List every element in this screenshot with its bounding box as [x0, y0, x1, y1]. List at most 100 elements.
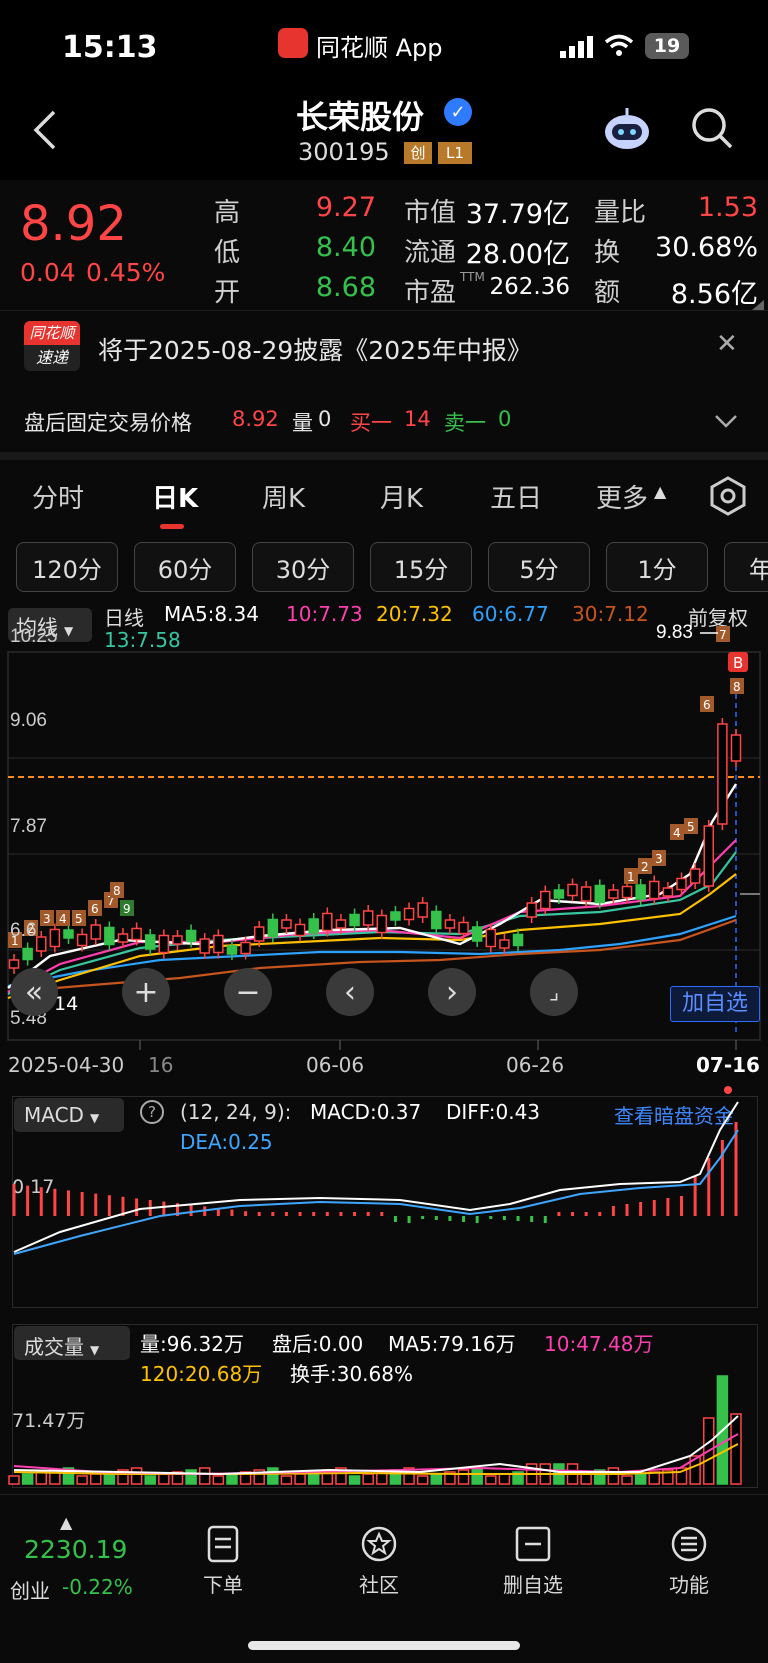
- board-badge: 创: [404, 142, 432, 164]
- community-label: 社区: [359, 1573, 399, 1597]
- volume-bar: [457, 1469, 470, 1485]
- app-name: 同花顺 App: [316, 34, 443, 62]
- volume-chart: [8, 1375, 742, 1485]
- buy1-label: 买一: [350, 411, 392, 435]
- volume-bar: [198, 1467, 211, 1485]
- volume-bar: [8, 1475, 20, 1485]
- clock: 15:13: [62, 30, 158, 65]
- low-label: 低: [214, 238, 241, 268]
- period-tabs: 分时 日K 周K 月K 五日 更多 ▲: [0, 452, 768, 532]
- order-button[interactable]: 下单: [168, 1525, 278, 1598]
- tab-minute[interactable]: 分时: [32, 478, 84, 515]
- functions-icon: [671, 1526, 707, 1562]
- float-value: 28.00亿: [465, 239, 570, 270]
- close-icon[interactable]: ✕: [716, 329, 738, 359]
- pill-120min[interactable]: 120分: [16, 542, 118, 592]
- volume-bar: [21, 1473, 34, 1485]
- pe-label: 市盈: [404, 278, 457, 308]
- price-change-pct: 0.45%: [86, 258, 166, 287]
- pill-5min[interactable]: 5分: [488, 542, 590, 592]
- volume-bar: [35, 1471, 47, 1485]
- volume-bar: [498, 1473, 511, 1485]
- open-value: 8.68: [315, 272, 376, 303]
- price-change: 0.04: [20, 258, 76, 287]
- pill-year[interactable]: 年: [724, 542, 768, 592]
- verified-icon: ✓: [444, 98, 472, 126]
- index-value[interactable]: 2230.19: [24, 1535, 127, 1564]
- volume-bar: [185, 1469, 197, 1485]
- volume-bar: [485, 1475, 497, 1485]
- afterhours-price: 8.92: [232, 407, 279, 431]
- stock-name: 长荣股份: [296, 98, 425, 136]
- stock-header: 长荣股份 ✓ 300195 创 L1: [0, 92, 768, 180]
- robot-assistant-icon[interactable]: [602, 106, 652, 152]
- tab-five-day[interactable]: 五日: [490, 478, 542, 515]
- home-indicator: [248, 1641, 520, 1650]
- app-logo-icon: [278, 28, 308, 58]
- community-icon: [361, 1526, 397, 1562]
- volume-bar: [348, 1475, 361, 1485]
- volume-bar: [226, 1473, 238, 1485]
- volume-bar: [212, 1475, 225, 1485]
- signal-icon: [560, 36, 593, 58]
- functions-button[interactable]: 功能: [634, 1525, 744, 1598]
- volume-bar: [730, 1413, 742, 1485]
- chart-area: 均线 ▼ 日线 MA5:8.34 10:7.73 20:7.32 60:6.77 …: [0, 594, 768, 1494]
- back-icon[interactable]: [32, 110, 58, 150]
- battery-icon: 19: [645, 33, 689, 59]
- buy1-value: 14: [404, 407, 431, 431]
- pill-30min[interactable]: 30分: [252, 542, 354, 592]
- high-label: 高: [214, 198, 241, 228]
- low-value: 8.40: [315, 232, 376, 263]
- pill-60min[interactable]: 60分: [134, 542, 236, 592]
- afterhours-vol-label: 量: [292, 411, 313, 435]
- tab-month-k[interactable]: 月K: [380, 478, 423, 515]
- mktcap-label: 市值: [404, 198, 457, 228]
- float-label: 流通: [404, 238, 457, 268]
- tab-week-k[interactable]: 周K: [262, 478, 305, 515]
- volume-ratio-value: 1.53: [697, 192, 758, 223]
- volume-bar: [144, 1475, 156, 1485]
- minute-period-tabs: 120分 60分 30分 15分 5分 1分 年: [0, 532, 768, 594]
- chevron-down-icon[interactable]: [714, 413, 738, 429]
- volume-bar: [267, 1467, 279, 1485]
- remove-watchlist-label: 删自选: [503, 1573, 563, 1597]
- volume-bar: [130, 1467, 143, 1485]
- last-price: 8.92: [20, 196, 127, 252]
- express-badge: 同花顺 速递: [24, 321, 80, 371]
- amount-value: 8.56亿: [670, 279, 758, 310]
- open-label: 开: [214, 278, 241, 308]
- afterhours-label: 盘后固定交易价格: [24, 411, 192, 435]
- turnover-label: 换: [594, 238, 621, 268]
- notice-panel: 同花顺 速递 将于2025-08-29披露《2025年中报》 ✕ 盘后固定交易价…: [0, 310, 768, 452]
- wifi-icon: [604, 34, 634, 56]
- volume-bar: [76, 1475, 88, 1485]
- remove-watchlist-button[interactable]: 删自选: [478, 1525, 588, 1598]
- remove-watchlist-icon: [515, 1526, 551, 1562]
- community-button[interactable]: 社区: [324, 1525, 434, 1598]
- pill-15min[interactable]: 15分: [370, 542, 472, 592]
- search-icon[interactable]: [690, 106, 734, 150]
- stock-code: 300195: [298, 138, 390, 166]
- notice-text[interactable]: 将于2025-08-29披露《2025年中报》: [98, 331, 532, 367]
- settings-icon[interactable]: [708, 476, 748, 516]
- volume-bar: [621, 1475, 633, 1485]
- pill-1min[interactable]: 1分: [606, 542, 708, 592]
- more-caret-icon[interactable]: ▲: [654, 482, 666, 501]
- active-tab-indicator: [160, 524, 184, 529]
- order-label: 下单: [203, 1573, 243, 1597]
- high-value: 9.27: [315, 192, 376, 223]
- expand-corner-icon[interactable]: [752, 300, 764, 310]
- volume-bar: [471, 1467, 483, 1485]
- volume-bar: [158, 1473, 170, 1485]
- express-badge-top: 同花顺: [24, 321, 80, 345]
- sell1-label: 卖一: [444, 411, 486, 435]
- tab-more[interactable]: 更多: [596, 478, 648, 515]
- volume-bar: [634, 1473, 647, 1485]
- volume-bar: [416, 1475, 429, 1485]
- tab-day-k[interactable]: 日K: [152, 478, 198, 515]
- quote-panel: 8.92 0.04 0.45% 高 9.27 低 8.40 开 8.68 市值 …: [0, 180, 768, 310]
- afterhours-vol: 0: [318, 407, 332, 431]
- index-up-arrow-icon: ▲: [60, 1513, 73, 1532]
- volume-bar: [89, 1473, 102, 1485]
